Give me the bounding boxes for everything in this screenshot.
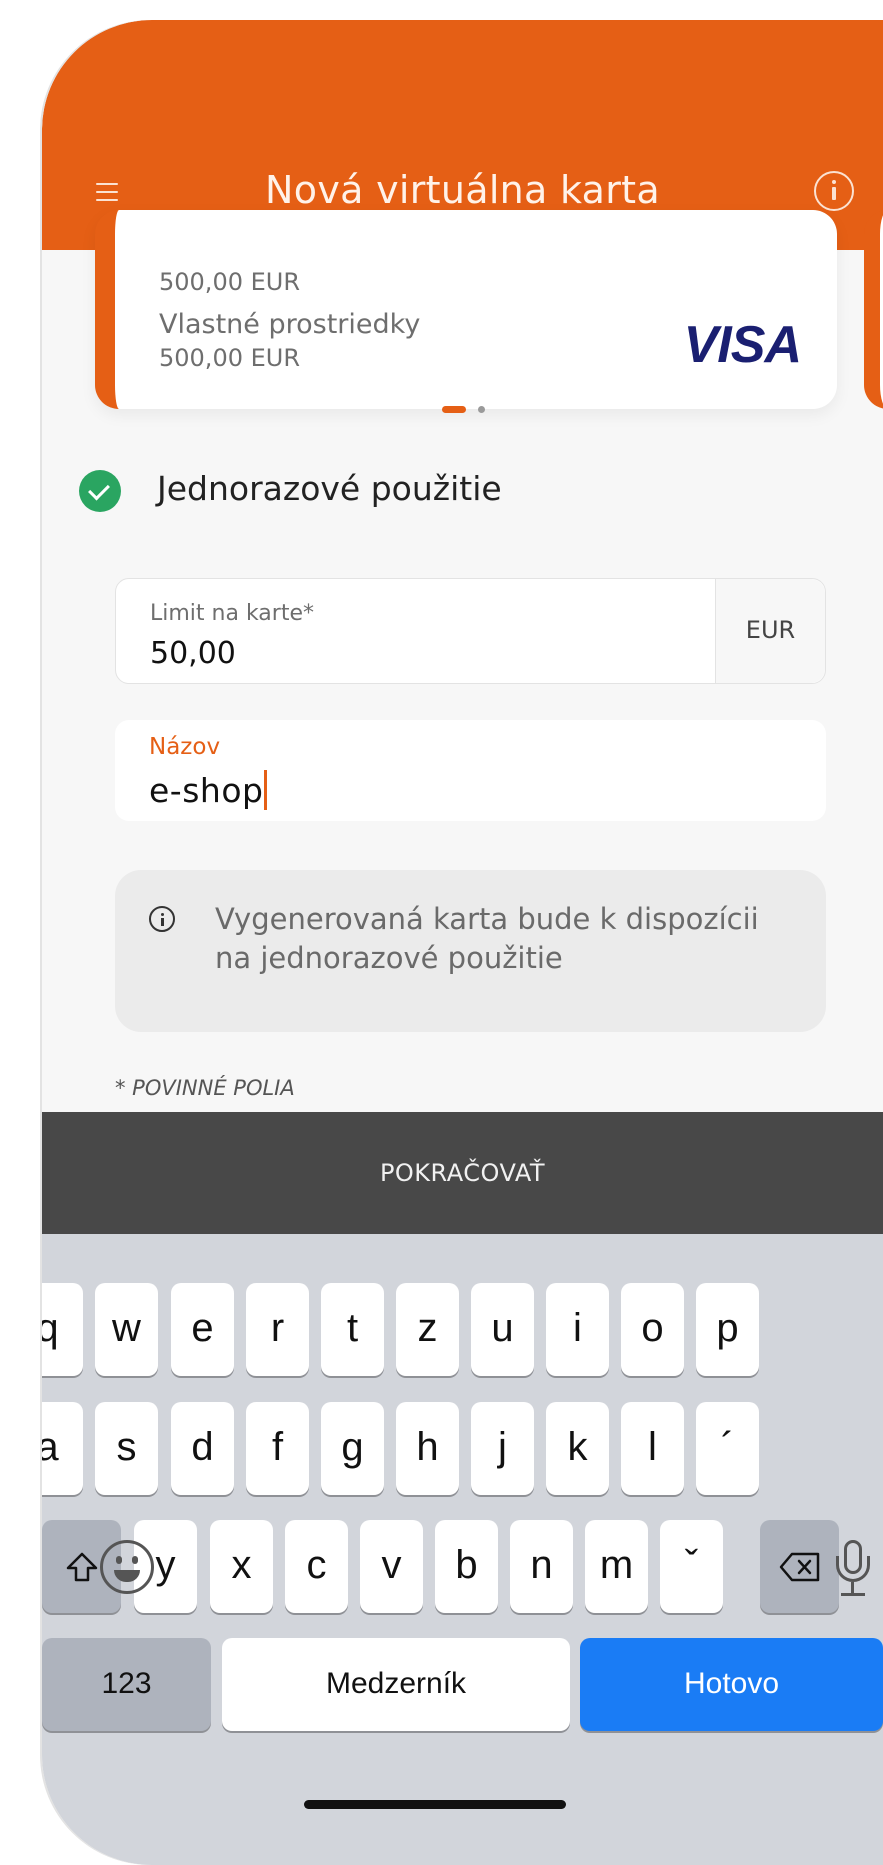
card-funds-value: 500,00 EUR [159, 344, 301, 372]
done-key[interactable]: Hotovo [580, 1638, 883, 1731]
key-g[interactable]: g [321, 1402, 384, 1495]
key-caron[interactable]: ˇ [660, 1520, 723, 1613]
carousel-dot-active [442, 406, 466, 413]
key-q[interactable]: q [42, 1283, 83, 1376]
limit-currency: EUR [715, 579, 825, 683]
phone-screen: Nová virtuálna karta 500,00 EUR Vlastné … [42, 20, 883, 1865]
key-x[interactable]: x [210, 1520, 273, 1613]
card-balance: 500,00 EUR [159, 268, 301, 296]
key-l[interactable]: l [621, 1402, 684, 1495]
numbers-key[interactable]: 123 [42, 1638, 211, 1731]
single-use-option-label[interactable]: Jednorazové použitie [157, 469, 502, 508]
home-indicator[interactable] [304, 1800, 566, 1809]
key-a[interactable]: a [42, 1402, 83, 1495]
carousel-dot[interactable] [478, 406, 485, 413]
info-box: Vygenerovaná karta bude k dispozícii na … [115, 870, 826, 1032]
space-key[interactable]: Medzerník [222, 1638, 570, 1731]
key-h[interactable]: h [396, 1402, 459, 1495]
backspace-icon [779, 1553, 819, 1582]
key-p[interactable]: p [696, 1283, 759, 1376]
key-t[interactable]: t [321, 1283, 384, 1376]
emoji-icon[interactable] [100, 1540, 154, 1594]
key-d[interactable]: d [171, 1402, 234, 1495]
continue-button[interactable]: POKRAČOVAŤ [42, 1112, 883, 1234]
key-m[interactable]: m [585, 1520, 648, 1613]
virtual-card[interactable]: 500,00 EUR Vlastné prostriedky 500,00 EU… [95, 210, 837, 409]
limit-value[interactable]: 50,00 [150, 636, 236, 671]
shift-icon [66, 1553, 97, 1582]
microphone-icon[interactable] [832, 1540, 876, 1600]
key-u[interactable]: u [471, 1283, 534, 1376]
required-fields-note: * POVINNÉ POLIA [115, 1076, 295, 1100]
card-limit-field[interactable]: Limit na karte* 50,00 EUR [115, 578, 826, 684]
key-acute[interactable]: ´ [696, 1402, 759, 1495]
name-input[interactable]: e-shop [149, 770, 268, 810]
key-e[interactable]: e [171, 1283, 234, 1376]
key-z[interactable]: z [396, 1283, 459, 1376]
key-n[interactable]: n [510, 1520, 573, 1613]
key-s[interactable]: s [95, 1402, 158, 1495]
name-label: Názov [149, 734, 221, 760]
key-c[interactable]: c [285, 1520, 348, 1613]
info-icon [149, 906, 175, 932]
info-icon[interactable] [814, 171, 854, 211]
key-i[interactable]: i [546, 1283, 609, 1376]
key-f[interactable]: f [246, 1402, 309, 1495]
key-v[interactable]: v [360, 1520, 423, 1613]
next-card-peek[interactable] [864, 210, 883, 409]
text-cursor [264, 770, 268, 810]
name-value: e-shop [149, 771, 264, 810]
key-o[interactable]: o [621, 1283, 684, 1376]
key-b[interactable]: b [435, 1520, 498, 1613]
info-box-text: Vygenerovaná karta bude k dispozícii na … [215, 902, 759, 975]
page-title: Nová virtuálna karta [265, 168, 660, 212]
key-j[interactable]: j [471, 1402, 534, 1495]
key-w[interactable]: w [95, 1283, 158, 1376]
card-funds-label: Vlastné prostriedky [159, 309, 421, 340]
key-k[interactable]: k [546, 1402, 609, 1495]
checkmark-icon[interactable] [79, 470, 121, 512]
limit-label: Limit na karte* [150, 601, 314, 626]
backspace-key[interactable] [760, 1520, 839, 1613]
card-name-field[interactable]: Názov e-shop [115, 720, 826, 821]
key-r[interactable]: r [246, 1283, 309, 1376]
visa-logo: VISA [683, 316, 802, 374]
